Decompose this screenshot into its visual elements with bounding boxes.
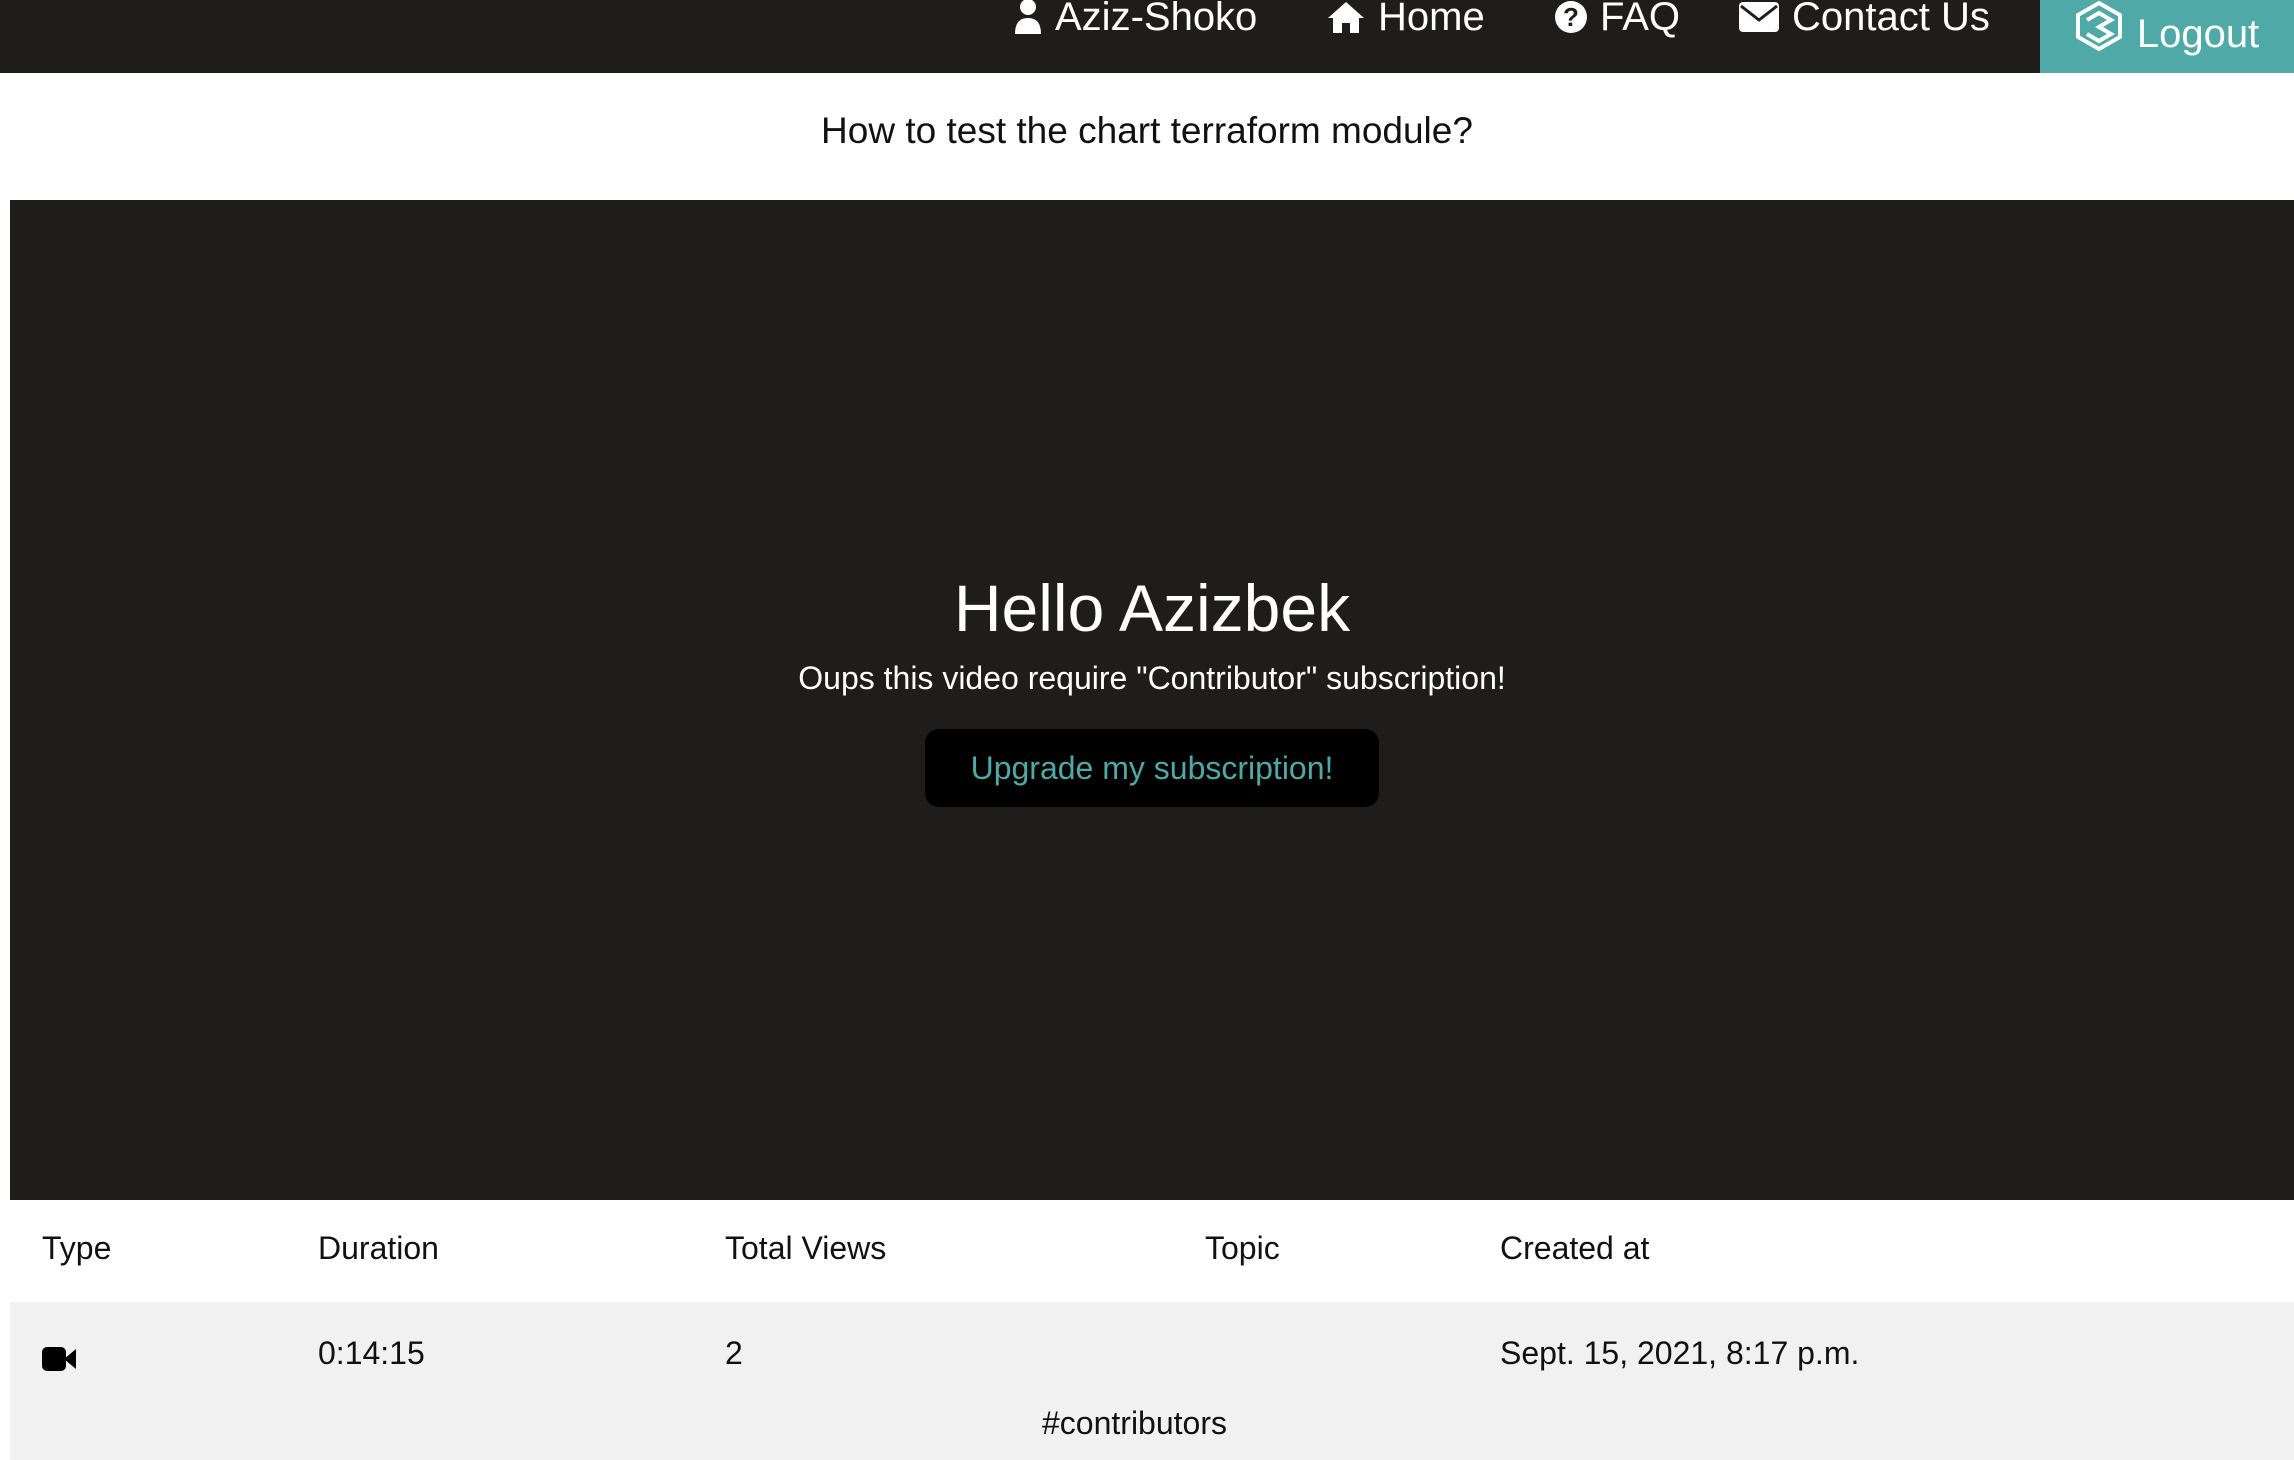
logout-button[interactable]: Logout bbox=[2040, 0, 2294, 73]
nav-contact-label: Contact Us bbox=[1792, 0, 1990, 39]
nav-contact-link[interactable]: Contact Us bbox=[1738, 0, 1990, 40]
header-topic: Topic bbox=[1205, 1230, 1280, 1266]
video-player-locked: Hello Azizbek Oups this video require "C… bbox=[10, 200, 2294, 1200]
subscription-required-message: Oups this video require "Contributor" su… bbox=[798, 660, 1506, 696]
greeting-heading: Hello Azizbek bbox=[953, 571, 1351, 645]
table-row: 0:14:15 2 #contributors Sept. 15, 2021, … bbox=[10, 1302, 2294, 1460]
nav-user-link[interactable]: Aziz-Shoko bbox=[1013, 0, 1257, 40]
type-cell bbox=[42, 1342, 76, 1379]
user-icon bbox=[1015, 0, 1041, 34]
total-views-cell: 2 bbox=[725, 1335, 743, 1371]
nav-faq-link[interactable]: ? FAQ bbox=[1554, 0, 1680, 40]
header-type: Type bbox=[42, 1230, 112, 1266]
table-header-row: Type Duration Total Views Topic Created … bbox=[10, 1200, 2294, 1302]
video-camera-icon bbox=[42, 1347, 76, 1371]
nav-home-link[interactable]: Home bbox=[1326, 0, 1485, 40]
nav-home-label: Home bbox=[1378, 0, 1485, 39]
svg-text:?: ? bbox=[1563, 2, 1579, 32]
header-duration: Duration bbox=[318, 1230, 439, 1266]
nav-user-label: Aziz-Shoko bbox=[1055, 0, 1258, 39]
created-at-cell: Sept. 15, 2021, 8:17 p.m. bbox=[1500, 1335, 1860, 1371]
duration-cell: 0:14:15 bbox=[318, 1335, 425, 1371]
logout-label: Logout bbox=[2136, 12, 2260, 56]
header-created-at: Created at bbox=[1500, 1230, 1650, 1266]
page-title: How to test the chart terraform module? bbox=[821, 110, 1473, 151]
home-icon bbox=[1328, 2, 1364, 33]
nav-faq-label: FAQ bbox=[1600, 0, 1681, 39]
upgrade-subscription-button[interactable]: Upgrade my subscription! bbox=[925, 729, 1379, 807]
topic-link[interactable]: #contributors bbox=[1042, 1405, 1227, 1442]
envelope-icon bbox=[1739, 2, 1779, 32]
header-total-views: Total Views bbox=[725, 1230, 887, 1266]
question-circle-icon: ? bbox=[1555, 1, 1587, 33]
top-navbar: Aziz-Shoko Home ? FAQ Contact Us Logout bbox=[0, 0, 2294, 73]
logo-icon bbox=[2075, 0, 2122, 51]
